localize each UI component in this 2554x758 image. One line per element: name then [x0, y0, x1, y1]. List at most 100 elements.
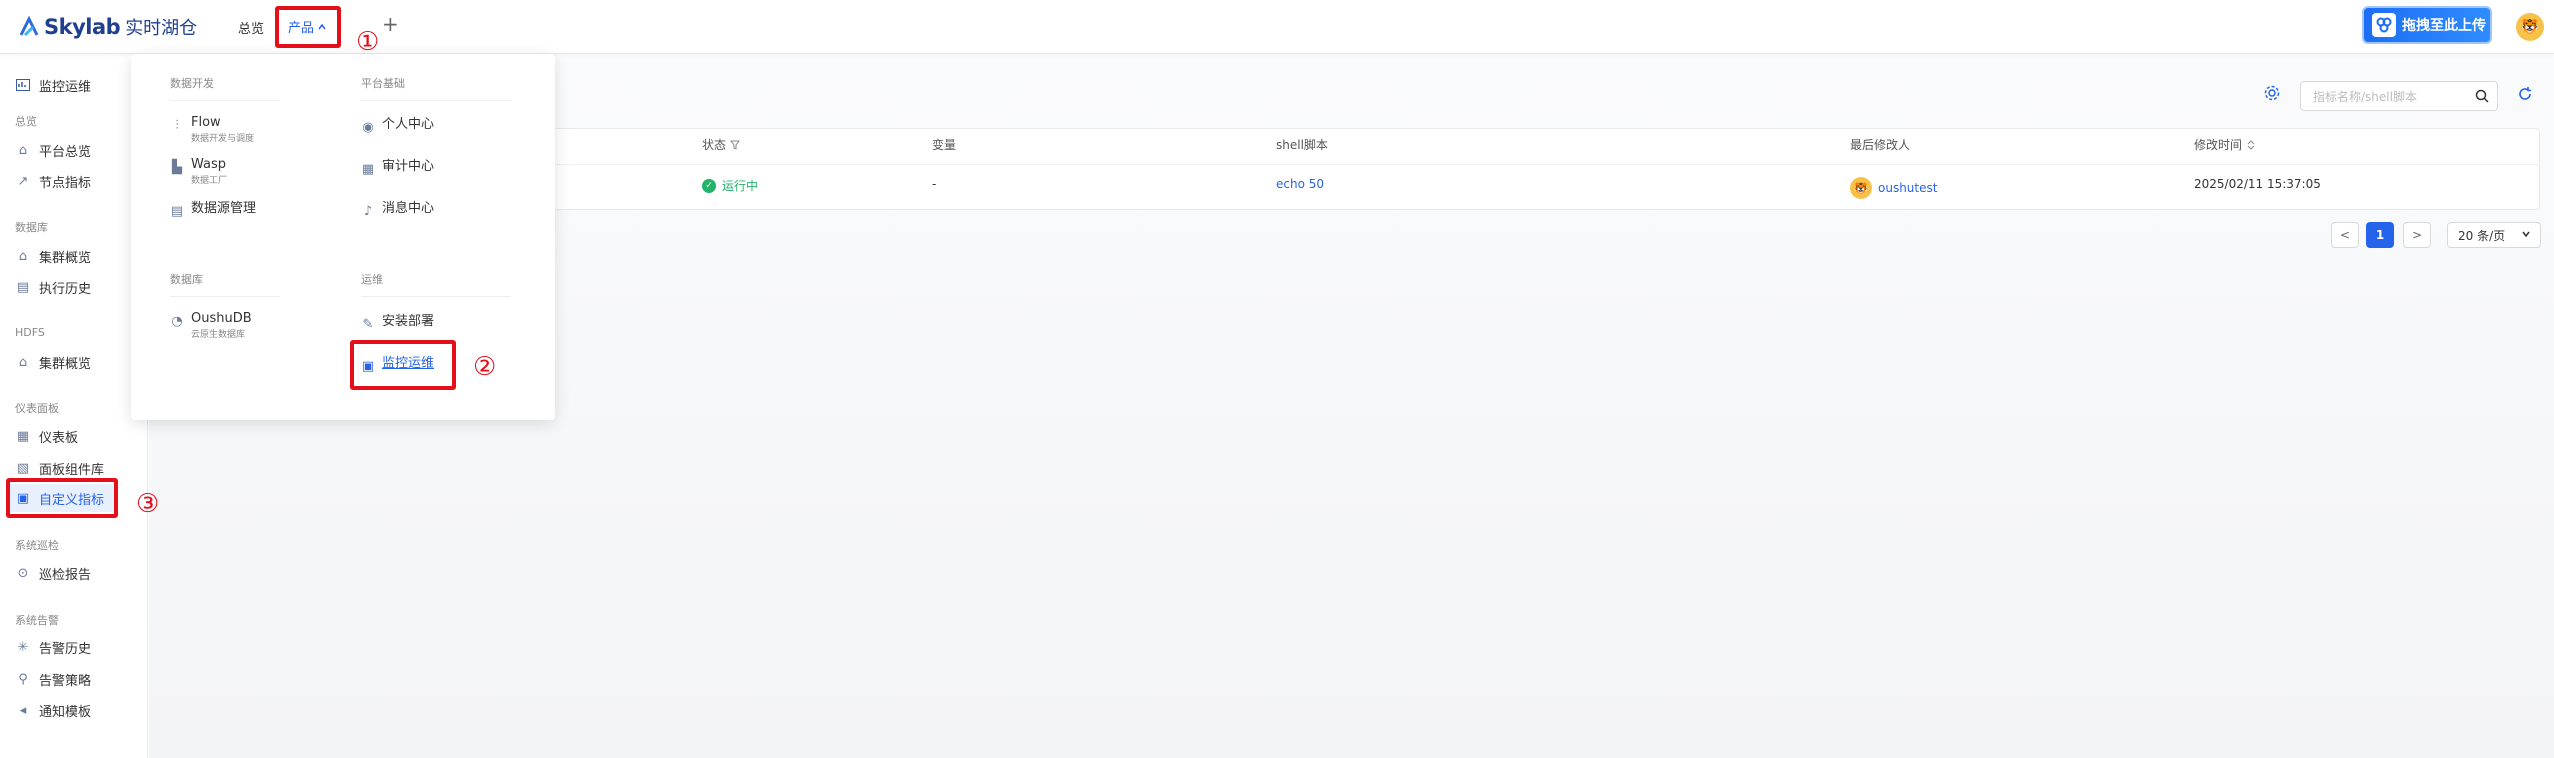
sidebar-item-label: 平台总览: [39, 144, 92, 160]
item-title: OushuDB: [191, 311, 252, 326]
item-title: Flow: [191, 115, 221, 130]
sidebar-item-label: 告警策略: [39, 673, 92, 689]
nav-overview[interactable]: 总览: [238, 18, 264, 37]
column-header-status[interactable]: 状态: [702, 136, 741, 153]
wasp-icon: ▙: [172, 159, 182, 175]
sidebar-group-title: 系统告警: [15, 614, 59, 627]
divider: [170, 296, 280, 297]
bell-icon: ♪: [363, 203, 373, 219]
sidebar-group-title: 总览: [15, 115, 37, 128]
dropdown-item-audit[interactable]: ▦ 审计中心: [361, 159, 435, 177]
annotation-number-2: ②: [473, 352, 497, 382]
annotation-box-3: [6, 478, 118, 518]
item-title: Wasp: [191, 157, 227, 172]
sidebar-item-label: 巡检报告: [39, 567, 92, 583]
dropdown-item-message[interactable]: ♪ 消息中心: [361, 202, 434, 219]
home-icon: ⌂: [18, 248, 28, 264]
divider: [361, 296, 511, 297]
row-variable: -: [932, 177, 937, 191]
monitor-icon: [16, 78, 30, 92]
pin-icon: ⚲: [18, 671, 28, 687]
brand-name: Skylab: [44, 15, 121, 39]
wrench-icon: ✎: [362, 316, 374, 332]
column-header-variable: 变量: [932, 138, 957, 152]
sidebar-item-label: 集群概览: [39, 356, 92, 372]
upload-icon: [2372, 13, 2396, 37]
annotation-box-2: [350, 340, 456, 390]
history-icon: ▤: [16, 279, 30, 295]
divider: [170, 100, 280, 101]
dropdown-item-personal[interactable]: ◉ 个人中心: [361, 118, 434, 135]
sidebar-item-label: 节点指标: [39, 175, 92, 191]
dropdown-item-install[interactable]: ✎ 安装部署: [361, 314, 435, 332]
next-page-button[interactable]: >: [2403, 222, 2431, 248]
chevron-down-icon: [2522, 231, 2530, 238]
dropdown-item-oushudb[interactable]: ◔ OushuDB 云原生数据库: [170, 311, 252, 341]
dropdown-group-title: 运维: [361, 273, 383, 286]
sidebar-item-alert-policy[interactable]: ⚲ 告警策略: [16, 668, 91, 690]
sidebar-item-label: 面板组件库: [39, 462, 105, 478]
sidebar-item-exec-history[interactable]: ▤ 执行历史: [16, 276, 91, 298]
item-subtitle: 数据工厂: [191, 176, 228, 186]
brand-subtitle: 实时湖仓: [125, 18, 198, 39]
sidebar-item-dashboard[interactable]: ▦ 仪表板: [16, 425, 78, 447]
settings-icon[interactable]: [2264, 85, 2280, 105]
modifier-name[interactable]: oushutest: [1878, 181, 1937, 195]
item-title: 审计中心: [382, 159, 435, 174]
item-subtitle: 数据开发与调度: [191, 134, 255, 144]
sidebar-item-notify-template[interactable]: ◂ 通知模板: [16, 699, 91, 721]
dropdown-group-title: 平台基础: [361, 77, 405, 90]
column-header-time[interactable]: 修改时间: [2194, 136, 2256, 153]
sidebar: 监控运维 总览 ⌂ 平台总览 ↗ 节点指标 数据库 ⌂ 集群概览 ▤ 执行历史 HDFS…: [0, 55, 148, 758]
row-script[interactable]: echo 50: [1276, 177, 1324, 191]
page-size-select[interactable]: 20 条/页: [2447, 222, 2541, 248]
sidebar-item-platform-overview[interactable]: ⌂ 平台总览: [16, 139, 91, 161]
row-modifier: 🐯 oushutest: [1850, 177, 1937, 199]
library-icon: ▧: [16, 460, 30, 476]
filter-icon[interactable]: [730, 140, 741, 150]
user-avatar[interactable]: 🐯: [2516, 13, 2544, 41]
upload-button[interactable]: 拖拽至此上传: [2362, 6, 2492, 44]
speaker-icon: ◂: [19, 702, 27, 718]
home-icon: ⌂: [18, 354, 28, 370]
sidebar-item-label: 仪表板: [39, 430, 79, 446]
table-header-divider: [400, 164, 2540, 165]
logo[interactable]: Skylab 实时湖仓: [18, 13, 197, 41]
header-label: 状态: [702, 138, 727, 152]
prev-page-button[interactable]: <: [2331, 222, 2359, 248]
sidebar-item-label: 执行历史: [39, 281, 92, 297]
sort-icon[interactable]: [2246, 139, 2256, 151]
sidebar-item-cluster-overview[interactable]: ⌂ 集群概览: [16, 245, 91, 267]
dropdown-group-title: 数据库: [170, 273, 203, 286]
sidebar-item-panel-library[interactable]: ▧ 面板组件库: [16, 457, 104, 479]
user-icon: ◉: [362, 119, 374, 135]
page-1-button[interactable]: 1: [2366, 222, 2394, 248]
dropdown-item-datasource[interactable]: ▤ 数据源管理: [170, 201, 257, 219]
refresh-icon[interactable]: [2518, 87, 2532, 105]
audit-icon: ▦: [361, 161, 375, 177]
dropdown-item-wasp[interactable]: ▙ Wasp 数据工厂: [170, 157, 228, 187]
search-icon[interactable]: [2475, 89, 2489, 103]
skylab-logo-icon: [19, 16, 39, 37]
sidebar-item-monitor[interactable]: 监控运维: [16, 74, 91, 96]
search-report-icon: ⊙: [17, 565, 29, 581]
add-tab-button[interactable]: +: [382, 12, 399, 36]
dropdown-item-flow[interactable]: ⫶ Flow 数据开发与调度: [170, 115, 255, 145]
dropdown-group-title: 数据开发: [170, 77, 214, 90]
sidebar-item-node-metrics[interactable]: ↗ 节点指标: [16, 170, 91, 192]
sidebar-item-hdfs-cluster[interactable]: ⌂ 集群概览: [16, 351, 91, 373]
sidebar-group-title: 数据库: [15, 221, 48, 234]
item-subtitle: 云原生数据库: [191, 330, 246, 340]
item-title: 安装部署: [382, 314, 435, 329]
sidebar-item-label: 通知模板: [39, 704, 92, 720]
column-header-modifier: 最后修改人: [1850, 138, 1911, 152]
divider: [361, 100, 511, 101]
sidebar-item-alert-history[interactable]: ✳ 告警历史: [16, 636, 91, 658]
search-input[interactable]: 指标名称/shell脚本: [2300, 81, 2498, 111]
upload-label: 拖拽至此上传: [2402, 18, 2486, 34]
search-placeholder: 指标名称/shell脚本: [2313, 89, 2417, 104]
sidebar-item-inspection-report[interactable]: ⊙ 巡检报告: [16, 562, 91, 584]
oushudb-icon: ◔: [171, 313, 183, 329]
sidebar-item-label: 告警历史: [39, 641, 92, 657]
item-title: 数据源管理: [191, 201, 257, 216]
